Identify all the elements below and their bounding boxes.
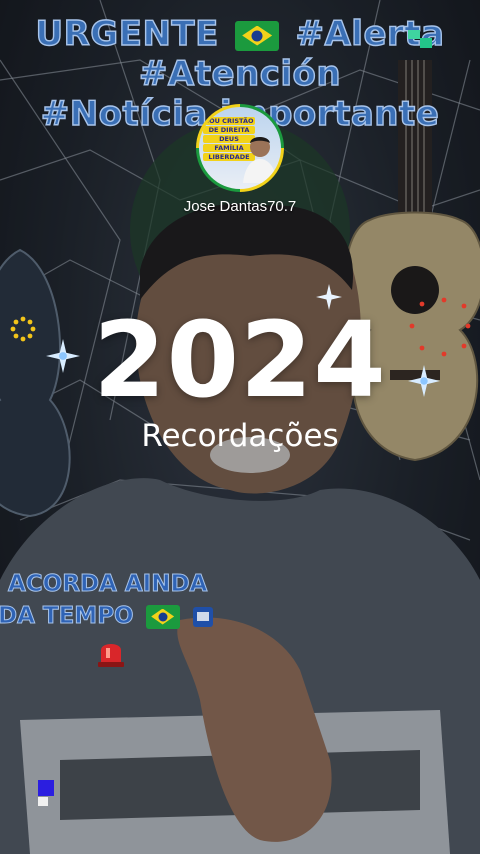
year-title: 2024 xyxy=(93,299,387,421)
caption-line-1: ACORDA AINDA xyxy=(7,571,208,598)
memories-subtitle: Recordações xyxy=(141,418,339,454)
headline-urgent: URGENTE xyxy=(35,13,219,54)
badge-icon xyxy=(192,606,213,627)
brazil-flag-icon xyxy=(235,20,280,51)
brazil-flag-icon xyxy=(145,604,180,629)
siren-icon xyxy=(98,644,124,667)
username-label[interactable]: Jose Dantas70.7 xyxy=(0,198,480,215)
live-indicator-icon xyxy=(408,30,432,48)
progress-marker-secondary xyxy=(38,797,48,806)
caption-line-2: DA TEMPO xyxy=(0,600,214,632)
headline-line-2: #Atención xyxy=(138,53,342,94)
profile-avatar[interactable]: SOU CRISTÃO DE DIREITA DEUS FAMÍLIA LIBE… xyxy=(196,104,284,192)
avatar-portrait xyxy=(243,137,277,183)
caption-line-2-text: DA TEMPO xyxy=(0,603,134,630)
progress-marker xyxy=(38,780,54,796)
avatar-badge-line: SOU CRISTÃO xyxy=(203,117,255,125)
avatar-image: SOU CRISTÃO DE DIREITA DEUS FAMÍLIA LIBE… xyxy=(199,107,281,189)
